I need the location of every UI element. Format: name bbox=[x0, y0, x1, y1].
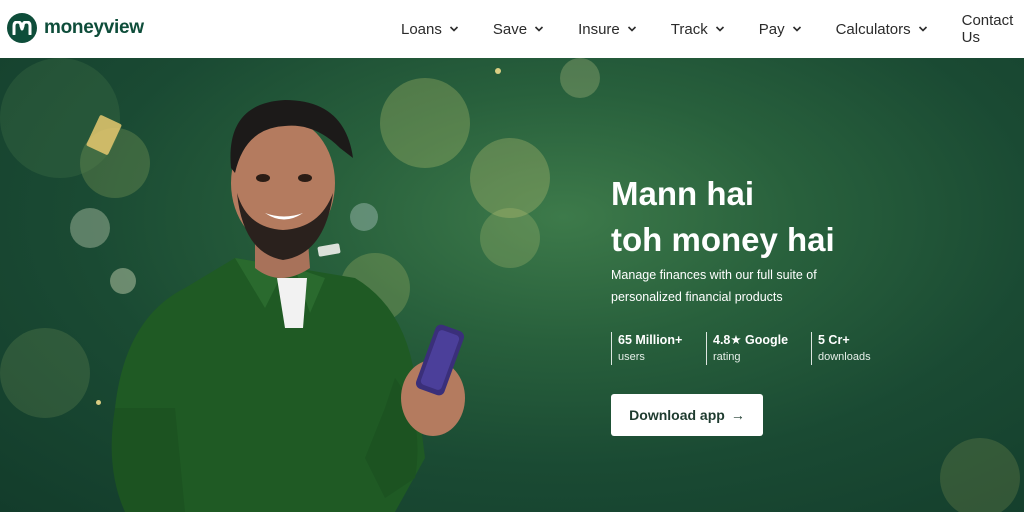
hero-title: Mann hai toh money hai bbox=[611, 171, 835, 263]
nav-item-save[interactable]: Save bbox=[493, 21, 544, 38]
stat-label: users bbox=[618, 351, 645, 363]
bokeh-light bbox=[940, 438, 1020, 512]
nav-item-loans[interactable]: Loans bbox=[401, 21, 459, 38]
nav-item-label: Pay bbox=[758, 20, 785, 38]
stat-rating: 4.8★ Google rating bbox=[706, 332, 811, 365]
hero-title-line-1: Mann hai bbox=[611, 175, 755, 212]
nav-item-label: Save bbox=[492, 20, 528, 38]
stat-value: 4.8★ Google bbox=[713, 333, 789, 347]
stat-downloads: 5 Cr+ downloads bbox=[811, 332, 881, 365]
nav-item-calculators[interactable]: Calculators bbox=[836, 21, 928, 38]
download-app-label: Download app bbox=[629, 407, 725, 423]
site-header: moneyview Loans Save Insure Track Pay Ca… bbox=[0, 0, 1024, 58]
hero-subtitle: Manage finances with our full suite of p… bbox=[611, 268, 817, 304]
chevron-down-icon bbox=[792, 26, 801, 32]
chevron-down-icon bbox=[449, 26, 458, 32]
stat-users: 65 Million+ users bbox=[611, 332, 706, 365]
stat-value: 65 Million+ bbox=[618, 333, 683, 347]
brand-name: moneyview bbox=[44, 17, 144, 38]
stat-value: 5 Cr+ bbox=[818, 333, 850, 347]
moneyview-logo-icon bbox=[7, 13, 37, 43]
chevron-down-icon bbox=[918, 26, 927, 32]
bokeh-light bbox=[0, 328, 90, 418]
download-app-button[interactable]: Download app → bbox=[611, 394, 763, 436]
chevron-down-icon bbox=[535, 26, 544, 32]
nav-item-contact-us[interactable]: Contact Us bbox=[962, 12, 1024, 46]
nav-item-label: Calculators bbox=[835, 20, 911, 38]
nav-item-label: Track bbox=[670, 20, 708, 38]
nav-item-insure[interactable]: Insure bbox=[578, 21, 637, 38]
stats-row: 65 Million+ users 4.8★ Google rating 5 C… bbox=[611, 332, 881, 365]
nav-item-label: Loans bbox=[401, 20, 442, 38]
nav-item-label: Insure bbox=[578, 20, 620, 38]
bokeh-light bbox=[560, 58, 600, 98]
chevron-down-icon bbox=[715, 26, 724, 32]
brand-logo[interactable]: moneyview bbox=[7, 13, 144, 43]
nav-item-track[interactable]: Track bbox=[671, 21, 725, 38]
hero-title-line-2: toh money hai bbox=[611, 221, 835, 258]
chevron-down-icon bbox=[627, 26, 636, 32]
hero-person-image bbox=[111, 100, 465, 512]
confetti-piece bbox=[495, 68, 501, 74]
stat-label: downloads bbox=[818, 351, 871, 363]
nav-item-pay[interactable]: Pay bbox=[759, 21, 802, 38]
arrow-right-icon: → bbox=[730, 407, 745, 423]
hero-banner: Mann hai toh money hai Manage finances w… bbox=[0, 58, 1024, 512]
nav-item-label: Contact Us bbox=[961, 12, 1014, 46]
stat-label: rating bbox=[713, 351, 741, 363]
main-nav: Loans Save Insure Track Pay Calculators … bbox=[401, 0, 1024, 58]
